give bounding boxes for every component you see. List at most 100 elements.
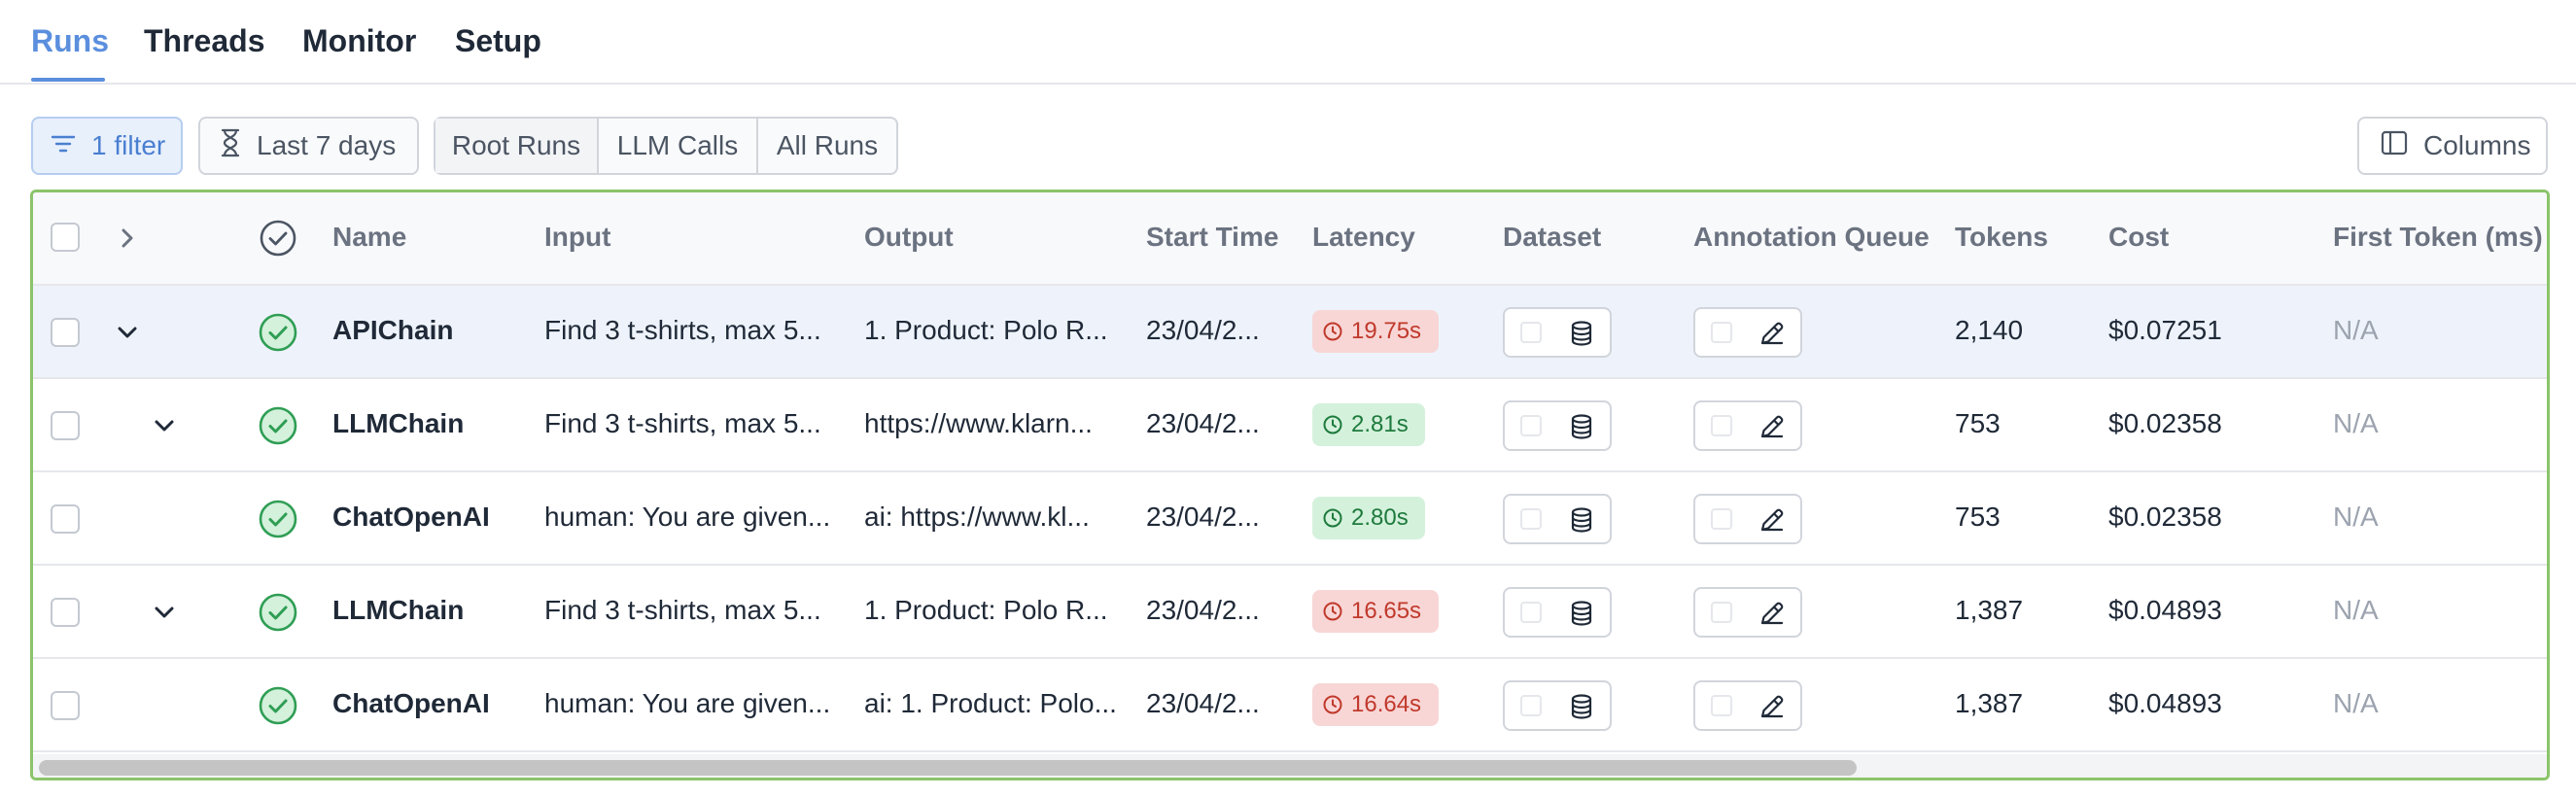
annotation-checkbox[interactable]: [1711, 322, 1732, 343]
tab-bar: Runs Threads Monitor Setup: [0, 0, 2576, 85]
columns-button[interactable]: Columns: [2357, 117, 2548, 175]
database-icon[interactable]: [1567, 319, 1596, 348]
run-name[interactable]: APIChain: [332, 315, 453, 346]
run-first-token: N/A: [2333, 502, 2379, 532]
column-cost[interactable]: Cost: [2108, 222, 2169, 253]
column-input[interactable]: Input: [544, 222, 610, 253]
annotation-queue-cell: [1693, 494, 1802, 544]
database-icon[interactable]: [1567, 599, 1596, 628]
chevron-down-icon[interactable]: [150, 411, 179, 440]
run-type-segmented-control: Root Runs LLM Calls All Runs: [434, 117, 898, 175]
dataset-checkbox[interactable]: [1520, 695, 1542, 716]
run-first-token: N/A: [2333, 315, 2379, 345]
run-name[interactable]: ChatOpenAI: [332, 688, 490, 719]
date-range-label: Last 7 days: [257, 130, 397, 160]
run-first-token: N/A: [2333, 408, 2379, 438]
run-cost: $0.04893: [2108, 688, 2222, 718]
annotation-queue-cell: [1693, 400, 1802, 451]
filter-icon: [51, 130, 76, 161]
hourglass-icon: [220, 128, 241, 164]
run-start-time: 23/04/2...: [1146, 688, 1260, 718]
run-name[interactable]: LLMChain: [332, 595, 464, 626]
table-row[interactable]: LLMChain Find 3 t-shirts, max 5... 1. Prod…: [33, 566, 2547, 659]
run-output: https://www.klarn...: [864, 408, 1093, 438]
run-output: ai: https://www.kl...: [864, 502, 1090, 532]
dataset-checkbox[interactable]: [1520, 508, 1542, 530]
table-row[interactable]: APIChain Find 3 t-shirts, max 5... 1. Prod…: [33, 286, 2547, 379]
run-start-time: 23/04/2...: [1146, 595, 1260, 625]
chevron-down-icon[interactable]: [150, 598, 179, 627]
column-dataset[interactable]: Dataset: [1503, 222, 1601, 253]
column-annotation-queue[interactable]: Annotation Queue: [1693, 222, 1930, 253]
tab-setup[interactable]: Setup: [455, 23, 541, 59]
pencil-icon[interactable]: [1758, 692, 1787, 721]
latency-value: 2.80s: [1351, 504, 1409, 531]
column-first-token[interactable]: First Token (ms): [2333, 222, 2543, 253]
dataset-checkbox[interactable]: [1520, 322, 1542, 343]
clock-icon: [1323, 415, 1342, 434]
expand-all-chevron-icon[interactable]: [113, 224, 142, 253]
run-input: Find 3 t-shirts, max 5...: [544, 408, 821, 438]
run-name[interactable]: ChatOpenAI: [332, 502, 490, 533]
column-latency[interactable]: Latency: [1312, 222, 1415, 253]
run-input: Find 3 t-shirts, max 5...: [544, 315, 821, 345]
latency-value: 19.75s: [1351, 318, 1422, 344]
dataset-checkbox[interactable]: [1520, 602, 1542, 623]
date-range-button[interactable]: Last 7 days: [198, 117, 419, 175]
latency-value: 16.64s: [1351, 691, 1422, 717]
table-row[interactable]: LLMChain Find 3 t-shirts, max 5... https:/…: [33, 379, 2547, 472]
segment-llm-calls[interactable]: LLM Calls: [599, 119, 758, 173]
dataset-checkbox[interactable]: [1520, 415, 1542, 436]
run-output: ai: 1. Product: Polo...: [864, 688, 1117, 718]
table-row[interactable]: ChatOpenAI human: You are given... ai: htt…: [33, 472, 2547, 566]
run-tokens: 753: [1955, 408, 2001, 438]
success-icon: [259, 500, 297, 538]
clock-icon: [1323, 508, 1342, 528]
database-icon[interactable]: [1567, 692, 1596, 721]
annotation-checkbox[interactable]: [1711, 602, 1732, 623]
database-icon[interactable]: [1567, 505, 1596, 535]
database-icon[interactable]: [1567, 412, 1596, 441]
run-tokens: 1,387: [1955, 688, 2024, 718]
pencil-icon[interactable]: [1758, 319, 1787, 348]
run-cost: $0.02358: [2108, 502, 2222, 532]
latency-badge: 19.75s: [1312, 310, 1439, 353]
latency-badge: 2.81s: [1312, 403, 1425, 446]
run-name[interactable]: LLMChain: [332, 408, 464, 439]
active-tab-indicator: [31, 78, 105, 82]
segment-root-runs[interactable]: Root Runs: [435, 119, 599, 173]
latency-badge: 16.64s: [1312, 683, 1439, 726]
annotation-checkbox[interactable]: [1711, 508, 1732, 530]
column-tokens[interactable]: Tokens: [1955, 222, 2048, 253]
row-checkbox[interactable]: [51, 411, 80, 440]
column-start-time[interactable]: Start Time: [1146, 222, 1278, 253]
row-checkbox[interactable]: [51, 318, 80, 347]
tab-runs[interactable]: Runs: [31, 23, 109, 59]
annotation-checkbox[interactable]: [1711, 415, 1732, 436]
run-input: human: You are given...: [544, 688, 831, 718]
row-checkbox[interactable]: [51, 691, 80, 720]
filter-button[interactable]: 1 filter: [31, 117, 183, 175]
status-check-icon: [260, 220, 296, 257]
clock-icon: [1323, 695, 1342, 714]
pencil-icon[interactable]: [1758, 412, 1787, 441]
segment-all-runs[interactable]: All Runs: [758, 119, 896, 173]
row-checkbox[interactable]: [51, 598, 80, 627]
success-icon: [259, 593, 297, 632]
annotation-checkbox[interactable]: [1711, 695, 1732, 716]
success-icon: [259, 686, 297, 725]
chevron-down-icon[interactable]: [113, 318, 142, 347]
pencil-icon[interactable]: [1758, 505, 1787, 535]
run-first-token: N/A: [2333, 688, 2379, 718]
latency-value: 16.65s: [1351, 598, 1422, 624]
tab-monitor[interactable]: Monitor: [302, 23, 416, 59]
column-name[interactable]: Name: [332, 222, 406, 253]
row-checkbox[interactable]: [51, 504, 80, 534]
column-output[interactable]: Output: [864, 222, 954, 253]
horizontal-scrollbar-thumb[interactable]: [39, 760, 1857, 776]
pencil-icon[interactable]: [1758, 599, 1787, 628]
table-row[interactable]: ChatOpenAI human: You are given... ai: 1. …: [33, 659, 2547, 752]
select-all-checkbox[interactable]: [51, 223, 80, 252]
tab-threads[interactable]: Threads: [144, 23, 264, 59]
run-first-token: N/A: [2333, 595, 2379, 625]
